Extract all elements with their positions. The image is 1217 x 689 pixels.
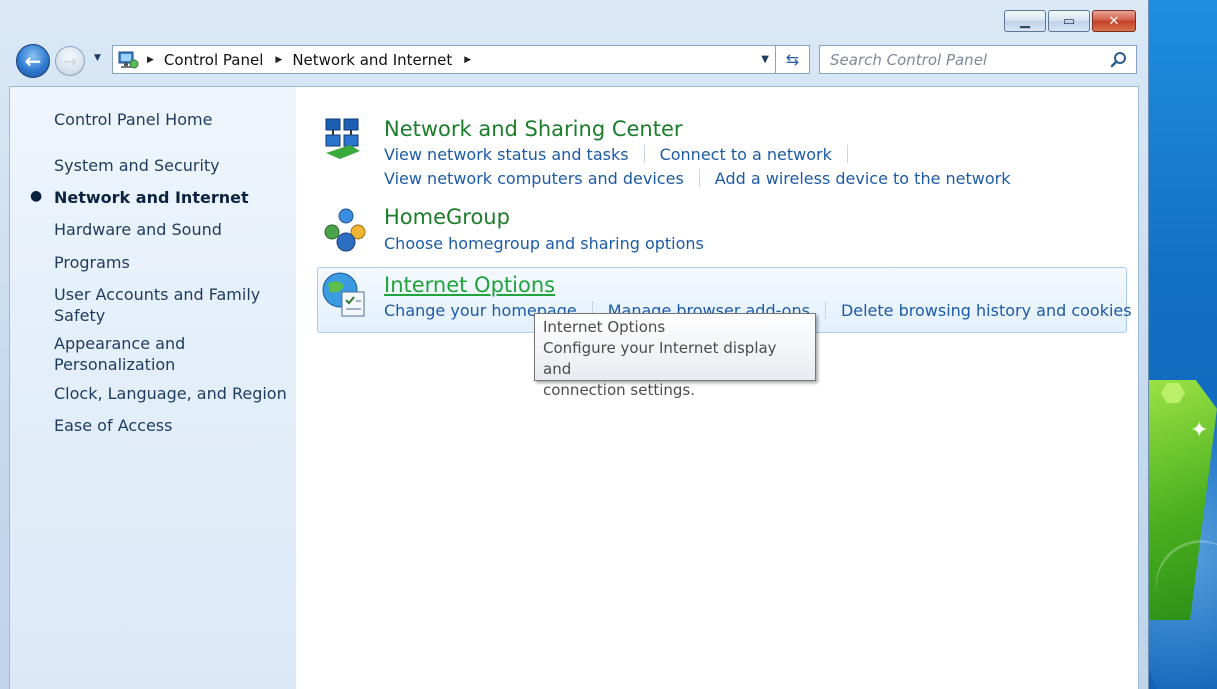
network-sharing-icon (325, 118, 360, 159)
breadcrumb-arrow-icon[interactable]: ▶ (275, 55, 282, 65)
network-sharing-center-link[interactable]: Network and Sharing Center (384, 117, 683, 141)
sidebar-item-ease-of-access[interactable]: Ease of Access (54, 415, 172, 436)
divider (846, 145, 848, 163)
sidebar-item-clock-language-region[interactable]: Clock, Language, and Region (54, 383, 287, 404)
forward-button[interactable]: → (55, 46, 85, 76)
breadcrumb: ▶ Control Panel ▶ Network and Internet ▶ (147, 46, 481, 73)
sidebar-item-hardware-and-sound[interactable]: Hardware and Sound (54, 219, 222, 240)
desktop-background: ✦ (1146, 0, 1217, 689)
sidebar-item-network-and-internet[interactable]: Network and Internet (54, 187, 249, 208)
window-controls: ▁ ▭ ✕ (1002, 10, 1136, 32)
search-icon[interactable] (1110, 51, 1128, 69)
view-network-status-link[interactable]: View network status and tasks (384, 145, 629, 164)
recent-pages-dropdown-icon[interactable]: ▼ (94, 53, 106, 67)
search-box[interactable]: Search Control Panel (819, 45, 1137, 74)
address-bar[interactable]: ▶ Control Panel ▶ Network and Internet ▶… (112, 45, 776, 74)
homegroup-link[interactable]: HomeGroup (384, 205, 510, 229)
back-button[interactable]: ← (16, 44, 50, 78)
close-icon: ✕ (1108, 13, 1120, 29)
tooltip: Internet Options Configure your Internet… (534, 313, 816, 399)
search-input[interactable]: Search Control Panel (830, 51, 987, 69)
tooltip-text: Configure your Internet display and (543, 339, 777, 378)
active-item-bullet-icon: ● (30, 188, 43, 204)
sidebar-item-appearance[interactable]: Appearance and Personalization (54, 333, 185, 375)
maximize-icon: ▭ (1062, 13, 1076, 29)
breadcrumb-network-and-internet[interactable]: Network and Internet (292, 51, 452, 69)
add-wireless-device-link[interactable]: Add a wireless device to the network (715, 169, 1011, 188)
forward-arrow-icon: → (63, 51, 77, 71)
task-row: Choose homegroup and sharing options (384, 234, 704, 253)
homegroup-icon (324, 208, 366, 252)
address-dropdown-icon[interactable]: ▼ (761, 54, 769, 65)
maximize-button[interactable]: ▭ (1048, 10, 1090, 32)
divider (824, 301, 826, 319)
breadcrumb-control-panel[interactable]: Control Panel (164, 51, 263, 69)
internet-options-icon (322, 272, 365, 317)
divider (698, 169, 700, 187)
internet-options-link[interactable]: Internet Options (384, 273, 555, 297)
sidebar-item-label: Safety (54, 306, 106, 325)
back-arrow-icon: ← (24, 49, 42, 73)
tooltip-text: connection settings. (543, 381, 695, 399)
tooltip-title: Internet Options (543, 318, 666, 336)
sidebar-item-programs[interactable]: Programs (54, 252, 130, 273)
task-row: View network status and tasks Connect to… (384, 145, 863, 164)
minimize-button[interactable]: ▁ (1004, 10, 1046, 32)
butterfly-icon: ✦ (1190, 418, 1209, 443)
minimize-icon: ▁ (1020, 13, 1030, 29)
refresh-icon: ⇆ (785, 50, 800, 69)
sidebar-item-system-and-security[interactable]: System and Security (54, 155, 220, 176)
view-network-computers-link[interactable]: View network computers and devices (384, 169, 684, 188)
breadcrumb-arrow-icon[interactable]: ▶ (464, 55, 471, 65)
choose-homegroup-options-link[interactable]: Choose homegroup and sharing options (384, 234, 704, 253)
sidebar-item-label: User Accounts and Family (54, 285, 261, 304)
sidebar-item-control-panel-home[interactable]: Control Panel Home (54, 109, 212, 130)
sidebar-item-label: Appearance and (54, 334, 186, 353)
control-panel-icon (118, 51, 139, 69)
delete-browsing-history-link[interactable]: Delete browsing history and cookies (841, 301, 1132, 320)
sidebar-item-user-accounts[interactable]: User Accounts and Family Safety (54, 284, 260, 326)
sidebar: Control Panel Home System and Security ●… (10, 87, 296, 689)
refresh-button[interactable]: ⇆ (776, 45, 810, 74)
navigation-bar: ← → ▼ ▶ Control Panel ▶ Network and Inte… (0, 40, 1148, 82)
sidebar-item-label: Personalization (54, 355, 176, 374)
close-button[interactable]: ✕ (1092, 10, 1136, 32)
task-row: View network computers and devices Add a… (384, 169, 1011, 188)
divider (643, 145, 645, 163)
breadcrumb-arrow-icon[interactable]: ▶ (147, 55, 154, 65)
connect-to-network-link[interactable]: Connect to a network (660, 145, 832, 164)
